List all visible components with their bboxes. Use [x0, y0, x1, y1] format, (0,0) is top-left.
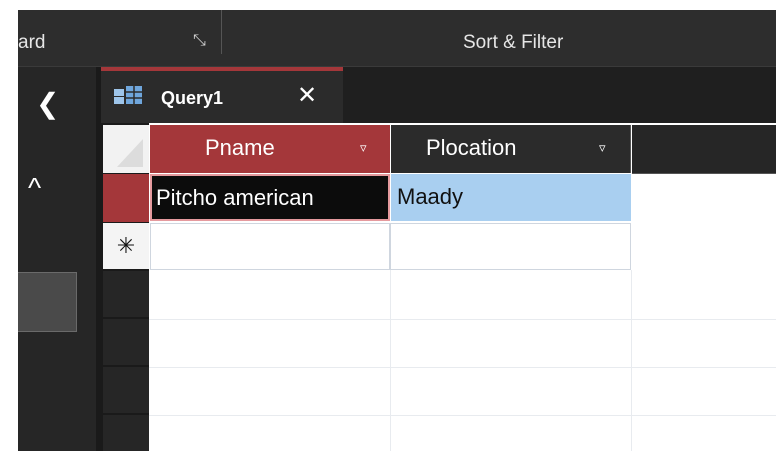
- grid-line: [149, 367, 776, 368]
- navigation-pane: ❮ ^: [18, 67, 96, 451]
- ribbon-group-clipboard-label: ard: [18, 32, 46, 53]
- close-icon[interactable]: ✕: [297, 81, 317, 110]
- grid-line: [149, 415, 776, 416]
- ribbon: ard ⤡ Sort & Filter: [18, 10, 776, 67]
- record-selector-empty: [103, 367, 149, 413]
- header-empty-area: [632, 125, 776, 174]
- nav-collapse-icon[interactable]: ❮: [36, 87, 59, 120]
- new-record-cell-plocation[interactable]: [390, 223, 631, 270]
- select-all-corner[interactable]: [103, 125, 149, 173]
- record-selector-column: ✳: [101, 123, 149, 451]
- record-selector-empty: [103, 415, 149, 451]
- column-header-pname[interactable]: Pname ▿: [150, 125, 390, 173]
- query-icon: [114, 86, 142, 104]
- grid-line: [149, 319, 776, 320]
- record-selector-current[interactable]: [103, 174, 149, 222]
- tab-query1[interactable]: Query1 ✕: [101, 67, 343, 123]
- nav-pane-item[interactable]: [18, 272, 77, 332]
- datasheet: ✳ Pname ▿ Plocation ▿ Pitcho american Ma…: [101, 123, 776, 451]
- new-record-cell-pname[interactable]: [150, 223, 390, 270]
- column-header-label: Pname: [205, 135, 275, 160]
- tab-label: Query1: [161, 88, 224, 108]
- dialog-launcher-icon[interactable]: ⤡: [193, 32, 206, 50]
- record-selector-empty: [103, 319, 149, 365]
- column-header-plocation[interactable]: Plocation ▿: [391, 125, 631, 173]
- sort-dropdown-icon[interactable]: ▿: [599, 125, 606, 171]
- document-tab-strip: Query1 ✕: [101, 67, 776, 123]
- column-header-label: Plocation: [426, 135, 517, 160]
- grid-line: [631, 270, 632, 451]
- cell-pname[interactable]: Pitcho american: [150, 174, 390, 221]
- cell-plocation[interactable]: Maady: [391, 174, 631, 221]
- ribbon-separator: [221, 10, 222, 54]
- access-window: ard ⤡ Sort & Filter ❮ ^ Query1 ✕ ✳ Pname…: [18, 10, 776, 451]
- record-selector-empty: [103, 271, 149, 317]
- new-record-icon[interactable]: ✳: [103, 223, 149, 269]
- chevron-up-icon[interactable]: ^: [28, 172, 41, 204]
- select-all-triangle-icon: [117, 139, 143, 167]
- grid-line: [390, 270, 391, 451]
- ribbon-group-sort-filter-label: Sort & Filter: [463, 32, 564, 53]
- sort-dropdown-icon[interactable]: ▿: [360, 125, 367, 171]
